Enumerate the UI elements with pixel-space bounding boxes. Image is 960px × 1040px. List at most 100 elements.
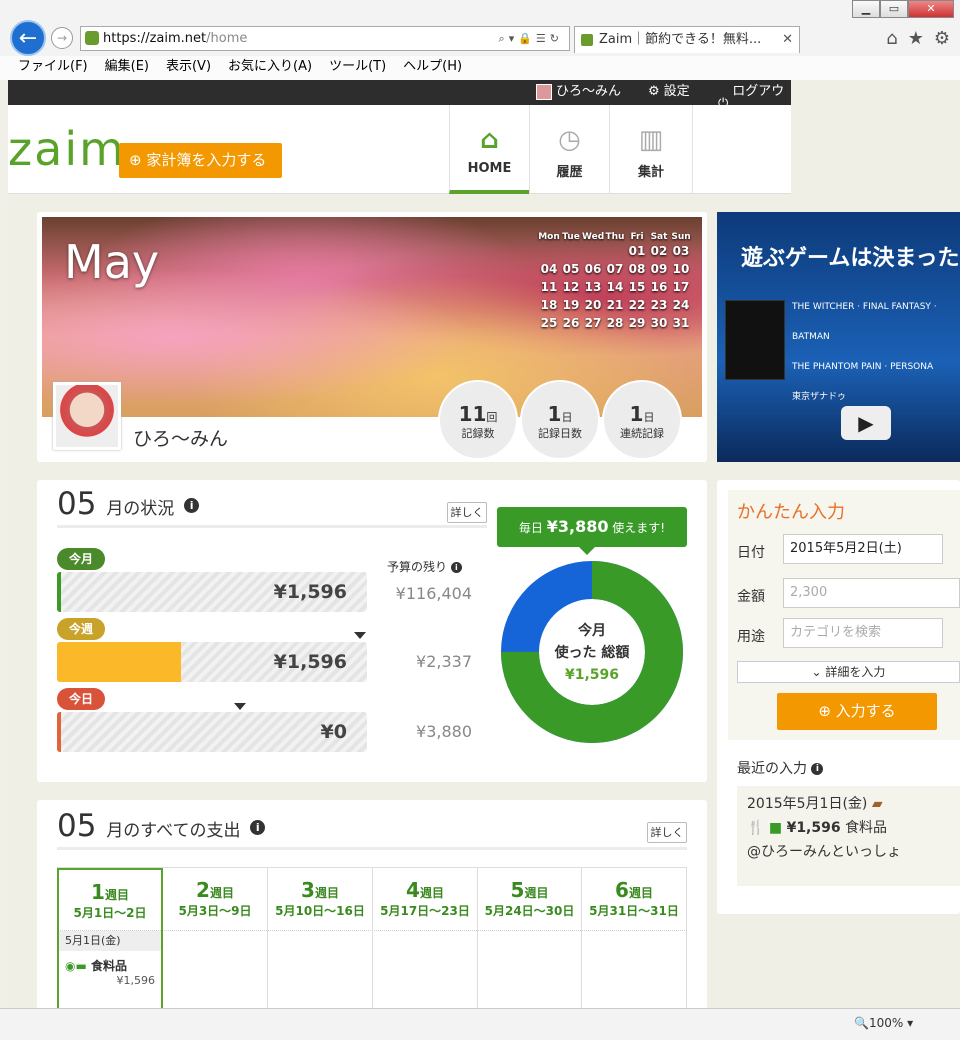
menu-tools[interactable]: ツール(T) [329, 56, 386, 80]
back-button[interactable]: ← [10, 20, 46, 56]
budget-remaining-label: 予算の残り i [387, 558, 462, 575]
user-menu[interactable]: ひろ〜みん [536, 80, 621, 104]
calendar-day[interactable]: 08 [626, 260, 648, 278]
ad-logo: PERSONA [890, 362, 934, 372]
zoom-control[interactable]: 🔍100% ▾ [854, 1011, 913, 1035]
monthly-detail-button[interactable]: 詳しく [647, 822, 687, 843]
date-field[interactable]: 2015年5月2日(土) [783, 534, 943, 564]
submit-entry-button[interactable]: ⊕ 入力する [777, 693, 937, 730]
zaim-logo[interactable]: zaim [8, 126, 126, 172]
calendar-day[interactable]: 30 [648, 314, 670, 332]
calendar-day[interactable]: 14 [604, 278, 626, 296]
calendar-day[interactable]: 25 [538, 314, 560, 332]
calendar-day[interactable]: 24 [670, 296, 692, 314]
category-tag-icon: ◉▬ [65, 959, 91, 973]
info-icon[interactable]: i [250, 820, 266, 835]
play-icon[interactable]: ▶ [841, 406, 891, 440]
week-column-2[interactable]: 2週目 5月3日〜9日 [163, 868, 268, 1008]
calendar-weekday: Mon [538, 232, 560, 242]
calendar-day[interactable]: 02 [648, 242, 670, 260]
calendar-day[interactable]: 29 [626, 314, 648, 332]
minimize-button[interactable]: ▁ [852, 0, 880, 18]
week-column-5[interactable]: 5週目 5月24日〜30日 [478, 868, 582, 1008]
category-search-field[interactable]: カテゴリを検索 [783, 618, 943, 648]
plus-circle-icon: ⊕ [129, 151, 147, 169]
menu-favorites[interactable]: お気に入り(A) [228, 56, 312, 80]
home-page-icon[interactable]: ⌂ [886, 28, 897, 49]
calendar-day[interactable]: 17 [670, 278, 692, 296]
week-column-4[interactable]: 4週目 5月17日〜23日 [373, 868, 478, 1008]
calendar-weekday: Thu [605, 232, 625, 242]
entry-category-row[interactable]: ◉▬ 食料品 [59, 957, 161, 974]
calendar-day[interactable]: 19 [560, 296, 582, 314]
info-icon[interactable]: i [811, 763, 824, 775]
calendar-day[interactable]: 31 [670, 314, 692, 332]
maximize-button[interactable]: ▭ [880, 0, 908, 18]
calendar-day[interactable]: 27 [582, 314, 604, 332]
more-details-button[interactable]: ⌄ 詳細を入力 [737, 661, 960, 683]
nav-summary[interactable]: ▥ 集計 [609, 105, 693, 194]
daily-budget-callout: 毎日 ¥3,880 使えます! [497, 507, 687, 555]
settings-link[interactable]: ⚙ 設定 [648, 80, 690, 104]
browser-right-icons: ⌂ ★ ⚙ [886, 28, 950, 49]
avatar[interactable] [53, 382, 121, 450]
week-column-3[interactable]: 3週目 5月10日〜16日 [268, 868, 373, 1008]
status-detail-button[interactable]: 詳しく [447, 502, 487, 523]
menu-edit[interactable]: 編集(E) [105, 56, 149, 80]
info-icon[interactable]: i [450, 562, 462, 573]
calendar-week: 11 12 13 14 15 16 17 [538, 278, 693, 296]
calendar-weekday: Sun [671, 232, 691, 242]
week-column-6[interactable]: 6週目 5月31日〜31日 [582, 868, 687, 1008]
info-icon[interactable]: i [184, 498, 200, 513]
tab-close-icon[interactable]: ✕ [782, 27, 793, 53]
amount-field[interactable]: 2,300 [783, 578, 960, 608]
calendar-day[interactable]: 03 [670, 242, 692, 260]
calendar-day[interactable]: 21 [604, 296, 626, 314]
forward-button[interactable]: → [51, 27, 73, 49]
game-advertisement[interactable]: 遊ぶゲームは決まった THE WITCHER · FINAL FANTASY ·… [717, 212, 960, 462]
calendar-day[interactable]: 11 [538, 278, 560, 296]
week-range: 5月24日〜30日 [484, 904, 575, 918]
menu-view[interactable]: 表示(V) [166, 56, 211, 80]
calendar-day[interactable]: 10 [670, 260, 692, 278]
nav-home[interactable]: ⌂ HOME [449, 105, 529, 194]
calendar-day[interactable]: 18 [538, 296, 560, 314]
address-tools-icon[interactable]: ⌕▾🔒☰↻ [499, 27, 563, 50]
calendar-day[interactable]: 01 [626, 242, 648, 260]
divider [57, 847, 687, 850]
input-household-button[interactable]: ⊕ 家計簿を入力する [119, 143, 282, 178]
menu-help[interactable]: ヘルプ(H) [403, 56, 462, 80]
calendar-day[interactable]: 04 [538, 260, 560, 278]
calendar-day[interactable]: 07 [604, 260, 626, 278]
nav-history[interactable]: ◷ 履歴 [529, 105, 609, 194]
nav-home-label: HOME [467, 161, 512, 176]
calendar-day [582, 242, 604, 260]
browser-tab[interactable]: Zaim｜節約できる！無料... ✕ [574, 26, 800, 53]
menu-file[interactable]: ファイル(F) [18, 56, 88, 80]
week-column-1[interactable]: 1週目 5月1日〜2日 5月1日(金) ◉▬ 食料品 ¥1,596 [57, 868, 163, 1008]
site-favicon-icon [85, 31, 99, 45]
address-bar[interactable]: https://zaim.net/home ⌕▾🔒☰↻ [80, 26, 570, 51]
calendar-day[interactable]: 23 [648, 296, 670, 314]
settings-gear-icon[interactable]: ⚙ [934, 28, 950, 49]
calendar-day[interactable]: 22 [626, 296, 648, 314]
calendar-day[interactable]: 16 [648, 278, 670, 296]
week-suffix: 週目 [314, 886, 339, 900]
remaining-today: ¥3,880 [416, 722, 472, 741]
calendar-day[interactable]: 28 [604, 314, 626, 332]
calendar-day[interactable]: 20 [582, 296, 604, 314]
calendar-day[interactable]: 13 [582, 278, 604, 296]
week-suffix: 週目 [209, 886, 234, 900]
calendar-day[interactable]: 26 [560, 314, 582, 332]
entry-amount: ¥1,596 [116, 974, 156, 987]
close-window-button[interactable]: ✕ [908, 0, 954, 18]
calendar-day[interactable]: 09 [648, 260, 670, 278]
status-title: 05 月の状況 i [57, 486, 200, 522]
calendar-day[interactable]: 05 [560, 260, 582, 278]
calendar-day[interactable]: 06 [582, 260, 604, 278]
recent-entry[interactable]: 2015年5月1日(金) ▰ 🍴 ■ ¥1,596 食料品 @ひろーみんといっし… [737, 786, 960, 886]
favorites-star-icon[interactable]: ★ [908, 28, 924, 49]
date-label: 日付 [737, 545, 765, 561]
calendar-day[interactable]: 15 [626, 278, 648, 296]
calendar-day[interactable]: 12 [560, 278, 582, 296]
